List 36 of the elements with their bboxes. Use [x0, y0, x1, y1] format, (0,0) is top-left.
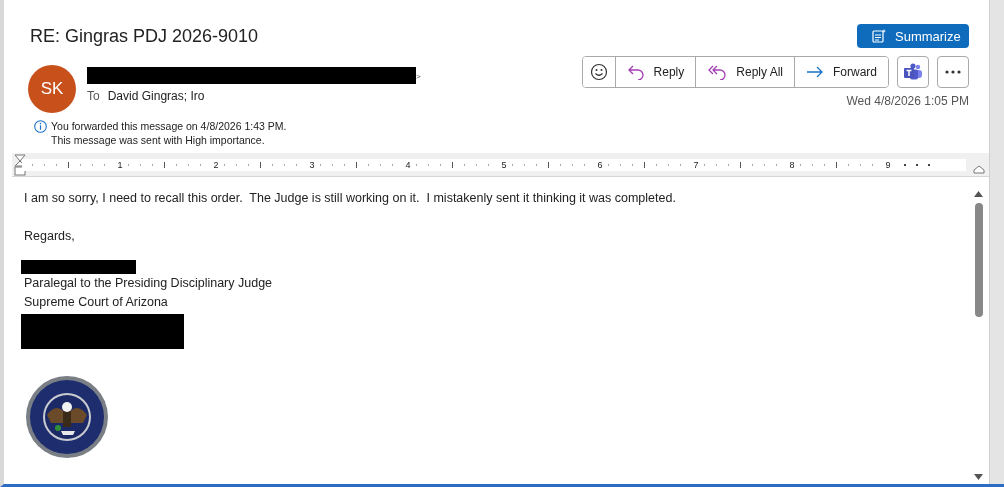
teams-icon — [903, 62, 923, 82]
ruler-number: 4 — [404, 159, 412, 170]
recipient-list: David Gingras; Iro — [107, 89, 205, 103]
summarize-button[interactable]: Summarize — [857, 24, 969, 48]
scrollbar-thumb[interactable] — [974, 203, 983, 317]
smiley-icon — [589, 63, 608, 81]
scroll-down-icon[interactable] — [974, 474, 983, 480]
ruler-number: 8 — [788, 159, 796, 170]
message-text: I am so sorry, I need to recall this order. The Judge is still working on it. I mistakenly sent it thinking it was completed. — [24, 191, 677, 205]
ruler-number: 5 — [500, 159, 508, 170]
sender-address-end: > — [416, 72, 421, 81]
ruler-number: 1 — [116, 159, 124, 170]
forward-button[interactable]: Forward — [794, 57, 888, 87]
info-message: This message was sent with High importance. — [51, 133, 266, 147]
teams-button[interactable] — [897, 56, 929, 88]
info-message: You forwarded this message on 4/8/2026 1:43 PM. — [51, 119, 287, 133]
info-icon — [34, 120, 47, 133]
scroll-up-icon[interactable] — [974, 191, 983, 197]
ruler-number: 6 — [596, 159, 604, 170]
sender-avatar: SK — [28, 65, 76, 113]
message-subject: RE: Gingras PDJ 2026-9010 — [29, 26, 259, 47]
ruler-number: 7 — [692, 159, 700, 170]
ruler-number: 3 — [308, 159, 316, 170]
summarize-icon — [871, 28, 887, 44]
reply-all-icon — [707, 64, 728, 80]
signature-line: Supreme Court of Arizona — [24, 294, 169, 311]
ruler-number: 9 — [884, 159, 892, 170]
closing-text: Regards, — [24, 229, 76, 243]
ruler-number: 2 — [212, 159, 220, 170]
reply-icon — [626, 64, 645, 80]
more-icon — [945, 70, 961, 74]
signature-line: Paralegal to the Presiding Disciplinary Judge — [24, 275, 274, 292]
forward-icon — [806, 65, 824, 79]
right-indent-marker-icon — [973, 165, 985, 174]
sent-date: Wed 4/8/2026 1:05 PM — [846, 94, 969, 108]
to-label: To — [87, 89, 100, 103]
